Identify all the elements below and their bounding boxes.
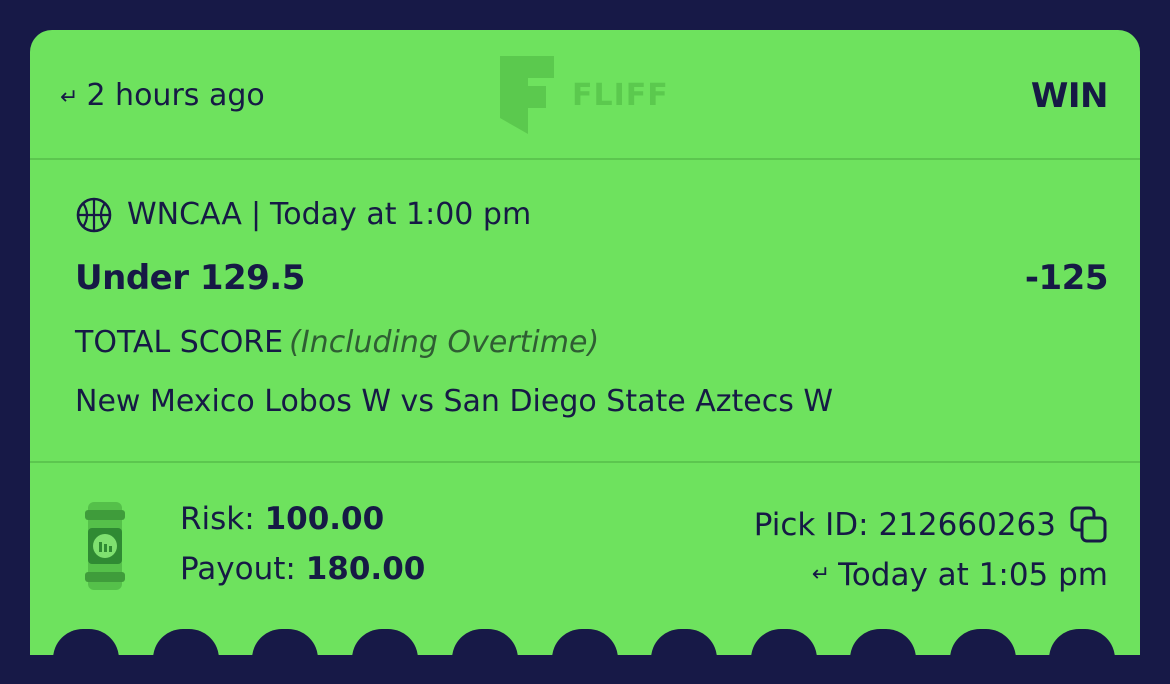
ticket-perforation: [252, 629, 318, 655]
time-ago-text: 2 hours ago: [86, 78, 265, 113]
divider: [30, 158, 1140, 160]
basketball-icon: [76, 197, 112, 233]
risk-value: 100.00: [264, 501, 385, 537]
return-arrow-icon: ↵: [60, 85, 79, 110]
payout-row: Payout: 180.00: [180, 550, 425, 600]
ticket-perforation: [1049, 629, 1115, 655]
pick-id-row: Pick ID: 212660263: [754, 500, 1108, 550]
time-ago: ↵ 2 hours ago: [60, 78, 265, 116]
market-note: (Including Overtime): [289, 325, 600, 360]
ticket-perforation: [53, 629, 119, 655]
pick-selection: Under 129.5: [75, 258, 305, 298]
brand-logo: FLIFF: [500, 56, 669, 134]
pick-odds: -125: [1024, 258, 1109, 298]
risk-row: Risk: 100.00: [180, 500, 425, 550]
league-separator: |: [250, 197, 262, 232]
matchup: New Mexico Lobos W vs San Diego State Az…: [75, 384, 834, 419]
settled-row: ↵ Today at 1:05 pm: [754, 550, 1108, 600]
pick-id-value: 212660263: [878, 507, 1056, 543]
return-arrow-icon: ↵: [811, 562, 831, 587]
brand-name: FLIFF: [572, 77, 669, 113]
divider: [30, 461, 1140, 463]
pick-card: ↵ 2 hours ago FLIFF WIN WNCAA | Today at …: [30, 30, 1140, 655]
ticket-perforation: [552, 629, 618, 655]
market-name: TOTAL SCORE: [75, 325, 284, 360]
ticket-perforation: [352, 629, 418, 655]
risk-label: Risk:: [180, 501, 255, 537]
ticket-perforation: [153, 629, 219, 655]
result-badge: WIN: [1030, 76, 1109, 116]
settled-time: Today at 1:05 pm: [838, 557, 1108, 593]
fliff-logo-icon: [500, 56, 554, 134]
copy-icon[interactable]: [1070, 506, 1108, 544]
pick-info: Pick ID: 212660263 ↵ Today at 1:05 pm: [754, 500, 1108, 600]
payout-label: Payout:: [180, 551, 296, 587]
ticket-perforation: [452, 629, 518, 655]
ticket-perforation: [950, 629, 1016, 655]
stake-summary: Risk: 100.00 Payout: 180.00: [180, 500, 425, 600]
event-start-time: Today at 1:00 pm: [270, 197, 532, 232]
ticket-perforation: [751, 629, 817, 655]
ticket-icon: [84, 502, 126, 594]
ticket-perforation: [651, 629, 717, 655]
market-row: TOTAL SCORE (Including Overtime): [75, 325, 599, 361]
league-row: WNCAA | Today at 1:00 pm: [75, 196, 531, 234]
payout-value: 180.00: [305, 551, 426, 587]
ticket-perforation: [850, 629, 916, 655]
pick-id-label: Pick ID:: [753, 507, 869, 543]
league-name: WNCAA: [127, 197, 242, 232]
